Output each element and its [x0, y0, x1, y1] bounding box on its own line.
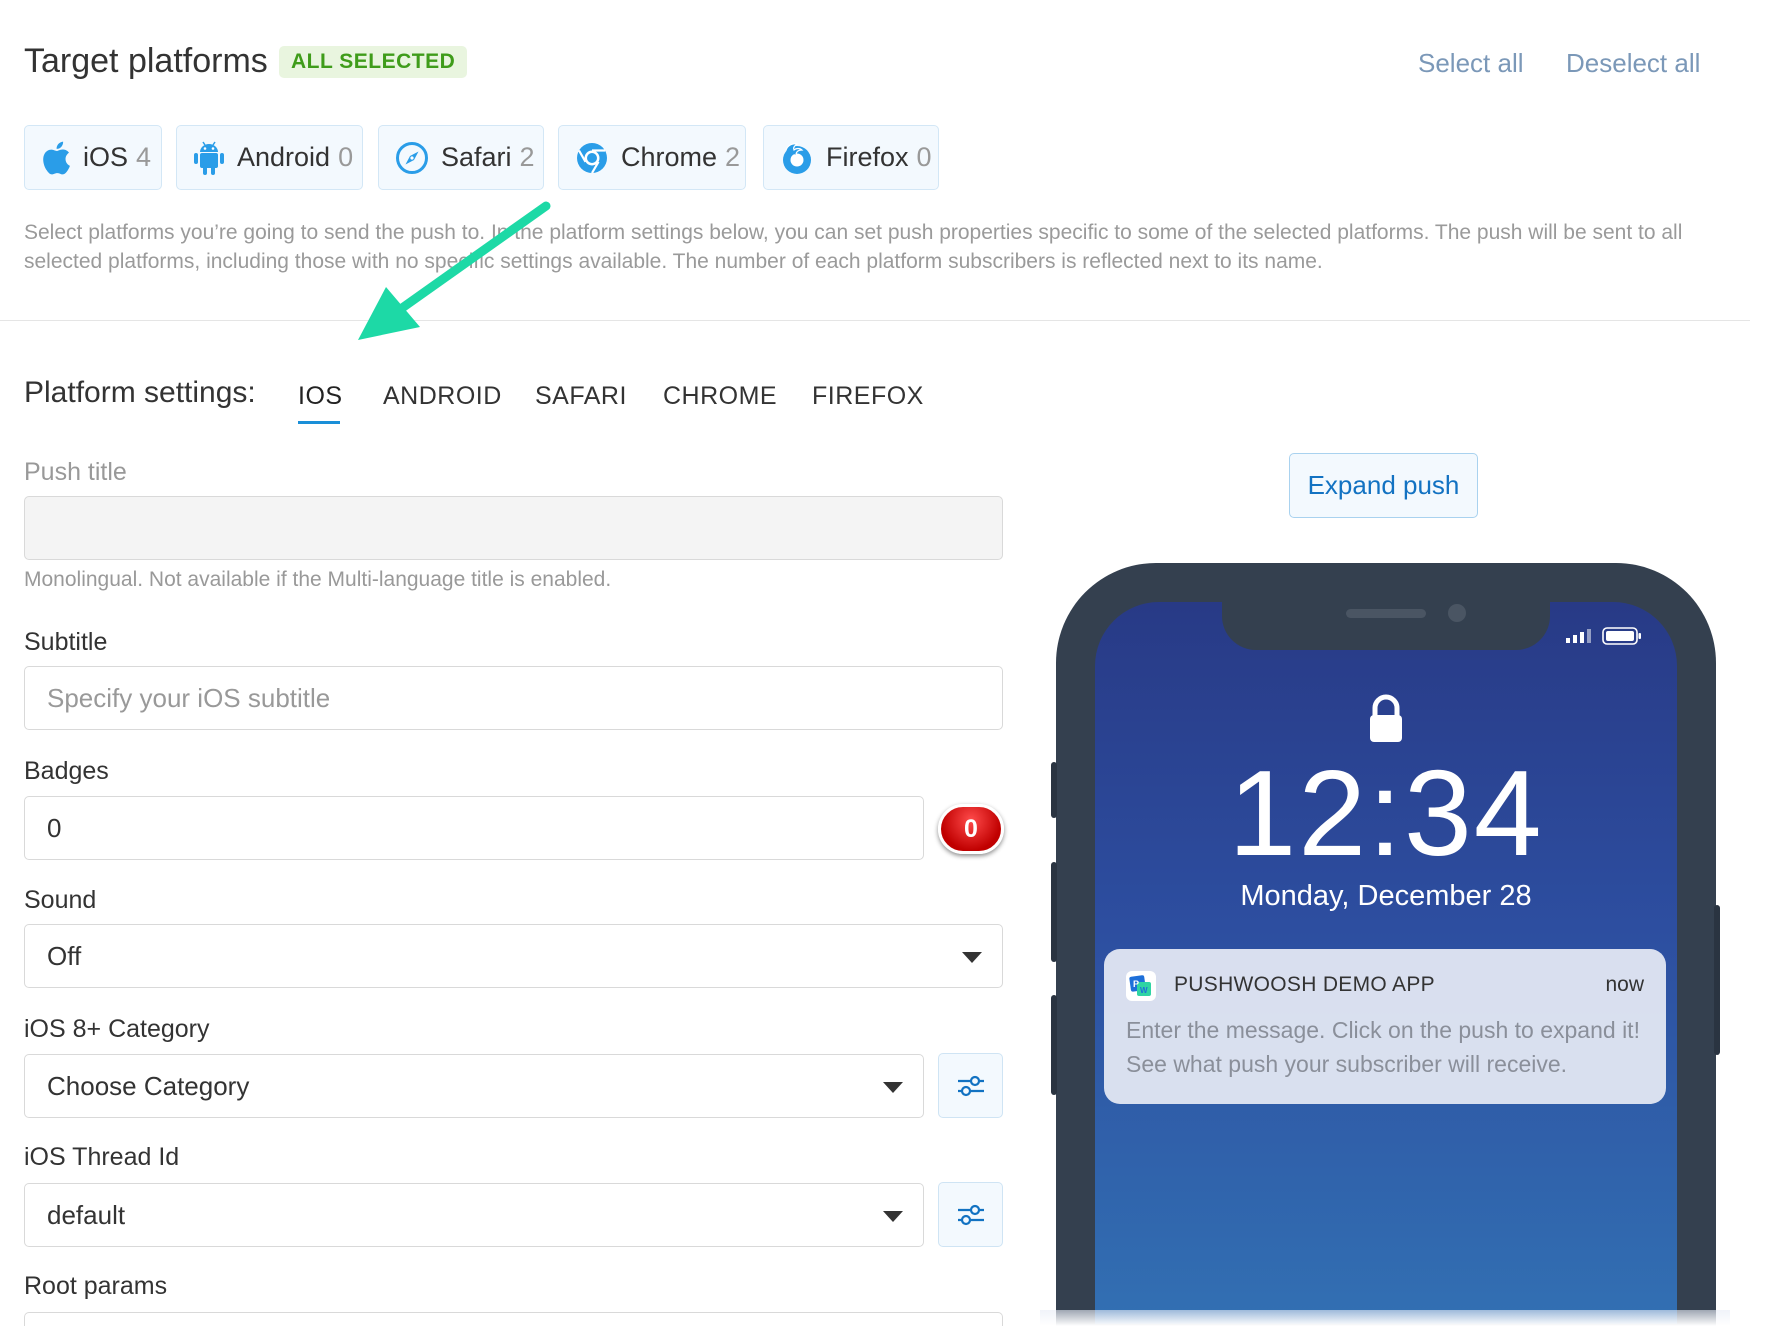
- platform-count: 2: [519, 142, 535, 172]
- push-notification-preview[interactable]: PW PUSHWOOSH DEMO APP now Enter the mess…: [1104, 949, 1666, 1104]
- category-label: iOS 8+ Category: [24, 1015, 210, 1043]
- apple-icon: [41, 141, 71, 175]
- battery-icon: [1602, 627, 1641, 645]
- phone-side-button: [1051, 995, 1057, 1095]
- notification-time: now: [1605, 973, 1644, 996]
- phone-speaker: [1346, 609, 1426, 618]
- signal-icon: [1566, 629, 1591, 643]
- platform-name: Safari: [441, 142, 512, 172]
- platform-settings-label: Platform settings:: [24, 376, 256, 409]
- platform-count: 0: [916, 142, 932, 172]
- push-title-input[interactable]: [24, 496, 1003, 560]
- chevron-down-icon: [962, 952, 982, 963]
- lockscreen-time: 12:34: [1228, 745, 1544, 881]
- platforms-description: Select platforms you’re going to send th…: [24, 221, 1683, 273]
- tab-firefox[interactable]: FIREFOX: [812, 382, 924, 411]
- tab-safari[interactable]: SAFARI: [535, 382, 627, 411]
- section-title: Target platforms: [24, 42, 268, 80]
- phone-side-button: [1714, 905, 1720, 1055]
- section-divider: [0, 320, 1750, 321]
- notification-app-name: PUSHWOOSH DEMO APP: [1174, 973, 1435, 996]
- svg-text:W: W: [1140, 986, 1148, 995]
- tab-chrome[interactable]: CHROME: [663, 382, 777, 411]
- platform-count: 4: [136, 142, 152, 172]
- phone-side-button: [1051, 762, 1057, 818]
- lock-icon: [1368, 694, 1404, 749]
- pushwoosh-app-icon: PW: [1126, 971, 1156, 1001]
- platform-chip-ios[interactable]: iOS 4: [24, 125, 162, 190]
- platform-chip-firefox[interactable]: Firefox 0: [763, 125, 939, 190]
- chrome-icon: [575, 141, 609, 175]
- notification-message: Enter the message. Click on the push to …: [1126, 1017, 1640, 1077]
- sound-value: Off: [47, 940, 82, 971]
- sliders-icon: [957, 1075, 984, 1096]
- subtitle-label: Subtitle: [24, 628, 108, 656]
- thread-id-settings-button[interactable]: [938, 1182, 1003, 1247]
- thread-id-value: default: [47, 1199, 126, 1230]
- expand-push-button[interactable]: Expand push: [1289, 453, 1478, 518]
- badges-label: Badges: [24, 757, 109, 785]
- sound-select[interactable]: Off: [24, 924, 1003, 988]
- phone-camera: [1448, 604, 1466, 622]
- platform-count: 0: [338, 142, 354, 172]
- phone-bottom-fade: [1040, 1310, 1730, 1326]
- thread-id-select[interactable]: default: [24, 1183, 924, 1247]
- safari-icon: [395, 141, 429, 175]
- chevron-down-icon: [883, 1211, 903, 1222]
- platform-chip-chrome[interactable]: Chrome 2: [558, 125, 746, 190]
- firefox-icon: [780, 141, 814, 175]
- chevron-down-icon: [883, 1082, 903, 1093]
- push-title-hint: Monolingual. Not available if the Multi-…: [24, 568, 612, 591]
- platform-name: Chrome: [621, 142, 718, 172]
- all-selected-badge: ALL SELECTED: [279, 46, 468, 78]
- category-value: Choose Category: [47, 1070, 250, 1101]
- phone-side-button: [1051, 862, 1057, 962]
- tab-android[interactable]: ANDROID: [383, 382, 502, 411]
- platform-name: Android: [237, 142, 331, 172]
- platform-name: Firefox: [826, 142, 909, 172]
- platform-count: 2: [725, 142, 741, 172]
- status-bar: [1566, 627, 1642, 645]
- root-params-label: Root params: [24, 1272, 168, 1300]
- platform-name: iOS: [83, 142, 129, 172]
- select-all-link[interactable]: Select all: [1418, 48, 1524, 79]
- subtitle-placeholder: Specify your iOS subtitle: [47, 682, 331, 713]
- thread-id-label: iOS Thread Id: [24, 1143, 180, 1171]
- root-params-input[interactable]: [24, 1312, 1003, 1326]
- active-tab-indicator: [298, 421, 340, 424]
- lockscreen-date: Monday, December 28: [1240, 880, 1532, 912]
- tab-ios[interactable]: IOS: [298, 382, 343, 411]
- sound-label: Sound: [24, 886, 97, 914]
- svg-text:P: P: [1133, 979, 1139, 989]
- badges-input[interactable]: 0: [24, 796, 924, 860]
- platform-chip-safari[interactable]: Safari 2: [378, 125, 544, 190]
- badge-preview: 0: [938, 804, 1004, 854]
- subtitle-input[interactable]: Specify your iOS subtitle: [24, 666, 1003, 730]
- sliders-icon: [957, 1204, 984, 1225]
- android-icon: [193, 141, 225, 175]
- push-title-label: Push title: [24, 458, 127, 486]
- platform-chip-android[interactable]: Android 0: [176, 125, 363, 190]
- category-select[interactable]: Choose Category: [24, 1054, 924, 1118]
- deselect-all-link[interactable]: Deselect all: [1566, 48, 1700, 79]
- category-settings-button[interactable]: [938, 1053, 1003, 1118]
